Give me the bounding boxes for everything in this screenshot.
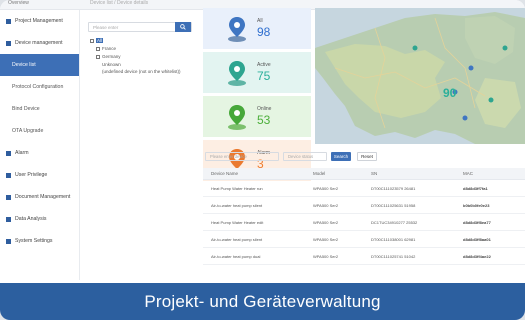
sidebar-item-protocol-configuration[interactable]: Protocol Configuration — [0, 76, 79, 98]
map-cluster-label[interactable]: 90 — [443, 86, 456, 100]
device-search-input[interactable]: Please enter device — [205, 152, 279, 161]
table-header: Device Name Model SN MAC — [203, 168, 525, 180]
sidebar-item-label: Data Analysis — [15, 216, 47, 222]
device-table: Device Name Model SN MAC Heat Pump Water… — [203, 168, 525, 265]
sidebar: Project Management Device management Dev… — [0, 10, 80, 280]
sidebar-item-label: System Settings — [15, 238, 53, 244]
filter-bar: Please enter device Device status Search… — [203, 150, 525, 164]
stat-label-active: Active — [257, 62, 271, 68]
sidebar-item-ota-upgrade[interactable]: OTA Upgrade — [0, 120, 79, 142]
sidebar-item-label: Protocol Configuration — [12, 84, 64, 90]
cell-mac: d8d8d3ff7fa1 — [463, 185, 488, 191]
sidebar-item-label: Device list — [12, 62, 36, 68]
cell-device-name: Air-to-water heat pump silent — [211, 202, 263, 208]
tree-node-all[interactable]: All — [90, 38, 104, 43]
sidebar-item-label: Bind Device — [12, 106, 40, 112]
sidebar-item-label: Project Management — [15, 18, 63, 24]
menu-icon — [6, 40, 11, 46]
column-header-device-name[interactable]: Device Name — [203, 171, 313, 176]
stat-label-online: Online — [257, 106, 272, 112]
expand-icon[interactable] — [96, 54, 100, 59]
sidebar-item-label: User Privilege — [15, 172, 48, 178]
cell-model: WPA500 Ser2 — [313, 253, 339, 259]
stat-label-all: All — [257, 18, 263, 24]
expand-icon[interactable] — [96, 46, 100, 51]
menu-icon — [6, 216, 11, 222]
table-row[interactable]: Heat Pump Water Heater run WPA500 Ser2 D… — [203, 180, 525, 197]
table-row[interactable]: Air-to-water heat pump silent WPA500 Ser… — [203, 231, 525, 248]
sidebar-item-device-list[interactable]: Device list — [0, 54, 79, 76]
menu-icon — [6, 18, 11, 24]
cell-device-name: Air-to-water heat pump silent — [211, 236, 263, 242]
search-icon — [180, 24, 186, 30]
stat-value-active: 75 — [257, 69, 271, 83]
menu-icon — [6, 238, 11, 244]
location-pin-icon — [228, 104, 246, 130]
sidebar-item-label: Device management — [15, 40, 63, 46]
tree-search-input[interactable]: Please enter — [88, 22, 192, 32]
app-window: Overview Device list / Device details Pr… — [0, 0, 525, 320]
sidebar-item-label: Document Management — [15, 194, 71, 200]
cell-mac: d8d8d3ff8aa01 — [463, 236, 491, 242]
cell-model: WPA500 Ser2 — [313, 185, 339, 191]
cell-sn: DC1TUC34910277 25532 — [371, 219, 418, 225]
cell-model: WPA500 Ser2 — [313, 219, 339, 225]
breadcrumb-home[interactable]: Overview — [8, 0, 29, 6]
breadcrumb-path: Device list / Device details — [90, 0, 149, 6]
map-canvas[interactable] — [315, 8, 525, 144]
cell-model: WPA500 Ser2 — [313, 236, 339, 242]
stat-card-all[interactable]: All 98 — [203, 8, 311, 49]
table-row[interactable]: Air-to-water heat pump dual WPA500 Ser2 … — [203, 248, 525, 265]
cell-device-name: Heat Pump Water Heater edit — [211, 219, 264, 225]
search-button[interactable]: Search — [331, 152, 351, 161]
stat-value-all: 98 — [257, 25, 271, 39]
tree-node-undefined[interactable]: (undefined device (not on the whitelist)… — [102, 69, 181, 74]
menu-icon — [6, 172, 11, 178]
menu-icon — [6, 194, 11, 200]
sidebar-item-alarm[interactable]: Alarm — [0, 142, 79, 164]
cell-sn: DT00C111038001 62981 — [371, 236, 416, 242]
device-group-tree: Please enter All France Germany Unknown … — [84, 18, 196, 276]
sidebar-item-system-settings[interactable]: System Settings — [0, 230, 79, 252]
column-header-model[interactable]: Model — [313, 171, 371, 176]
column-header-mac[interactable]: MAC — [463, 171, 525, 176]
cell-mac: d8d8d3ff4ae22 — [463, 253, 491, 259]
cell-sn: DT00C111025631 51958 — [371, 202, 416, 208]
cell-device-name: Air-to-water heat pump dual — [211, 253, 261, 259]
tree-search-placeholder: Please enter — [93, 24, 119, 30]
tree-search-button[interactable] — [175, 22, 191, 32]
sidebar-item-label: Alarm — [15, 150, 29, 156]
sidebar-item-label: OTA Upgrade — [12, 128, 44, 134]
table-row[interactable]: Heat Pump Water Heater edit WPA500 Ser2 … — [203, 214, 525, 231]
sidebar-item-data-analysis[interactable]: Data Analysis — [0, 208, 79, 230]
cell-sn: DT00C111023579 26481 — [371, 185, 416, 191]
location-pin-icon — [228, 60, 246, 86]
cell-device-name: Heat Pump Water Heater run — [211, 185, 263, 191]
tree-node-france[interactable]: France — [96, 46, 116, 51]
sidebar-item-bind-device[interactable]: Bind Device — [0, 98, 79, 120]
stat-card-online[interactable]: Online 53 — [203, 96, 311, 137]
tree-node-unknown[interactable]: Unknown — [102, 62, 121, 67]
tree-node-germany[interactable]: Germany — [96, 54, 121, 59]
reset-button[interactable]: Reset — [357, 152, 377, 161]
device-status-select[interactable]: Device status — [283, 152, 327, 161]
cell-mac: b0b0b0fe0e23 — [463, 202, 490, 208]
table-row[interactable]: Air-to-water heat pump silent WPA500 Ser… — [203, 197, 525, 214]
stat-card-active[interactable]: Active 75 — [203, 52, 311, 93]
sidebar-item-document-management[interactable]: Document Management — [0, 186, 79, 208]
column-header-sn[interactable]: SN — [371, 171, 463, 176]
caption-banner: Projekt- und Geräteverwaltung — [0, 283, 525, 320]
cell-model: WPA500 Ser2 — [313, 202, 339, 208]
menu-icon — [6, 150, 11, 156]
expand-icon[interactable] — [90, 38, 94, 43]
sidebar-item-device-management[interactable]: Device management — [0, 32, 79, 54]
sidebar-item-user-privilege[interactable]: User Privilege — [0, 164, 79, 186]
stat-value-online: 53 — [257, 113, 271, 127]
location-pin-icon — [228, 16, 246, 42]
device-map[interactable]: 90 — [315, 8, 525, 144]
cell-sn: DT00C111025741 51042 — [371, 253, 416, 259]
sidebar-item-project-management[interactable]: Project Management — [0, 10, 79, 32]
cell-mac: d8d8d3ff8ea77 — [463, 219, 491, 225]
